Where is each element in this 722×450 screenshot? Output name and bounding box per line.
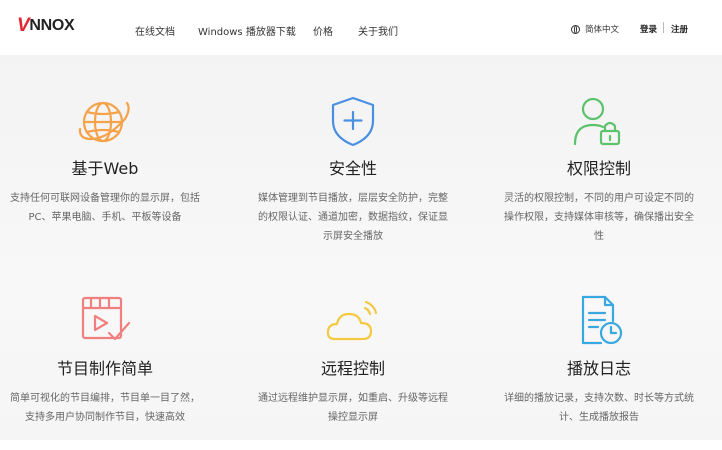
divider (663, 22, 664, 33)
nav-item-player-download[interactable]: Windows 播放器下载 (198, 23, 296, 38)
language-label: 简体中文 (585, 25, 620, 35)
globe-icon (78, 101, 130, 143)
feature-title: 远程控制 (320, 359, 385, 378)
feature-description: 灵活的权限控制，不同的用户可设定不同的操作权限，支持媒体审核等，确保播出安全性 (504, 193, 694, 242)
feature-card-program: 节目制作简单 简单可视化的节目编排，节目单一目了然，支持多用户协同制作节目，快速… (0, 295, 210, 427)
shield-plus-icon (331, 96, 375, 147)
nav-item-about[interactable]: 关于我们 (358, 23, 398, 38)
top-navigation-bar: V NNOX 在线文档 Windows 播放器下载 价格 关于我们 简体中文 登… (0, 0, 722, 55)
feature-title: 基于Web (71, 159, 139, 178)
feature-card-security: 安全性 媒体管理到节目播放，层层安全防护，完整的权限认证、通道加密，数据指纹，保… (248, 95, 458, 246)
page-footer-edge (0, 440, 722, 450)
nav-item-pricing[interactable]: 价格 (313, 23, 333, 38)
feature-title: 节目制作简单 (56, 359, 153, 378)
feature-card-log: 播放日志 详细的播放记录，支持次数、时长等方式统计、生成播放报告 (494, 295, 704, 427)
feature-title: 权限控制 (566, 159, 631, 178)
feature-title: 安全性 (328, 159, 377, 178)
feature-description: 媒体管理到节目播放，层层安全防护，完整的权限认证、通道加密，数据指纹，保证显示屏… (258, 193, 448, 242)
video-check-icon (81, 296, 131, 341)
feature-description: 支持任何可联网设备管理你的显示屏，包括PC、苹果电脑、手机、平板等设备 (10, 193, 200, 223)
logo-mark: V (17, 15, 30, 36)
feature-card-web: 基于Web 支持任何可联网设备管理你的显示屏，包括PC、苹果电脑、手机、平板等设… (0, 95, 210, 227)
nav-item-docs[interactable]: 在线文档 (135, 23, 175, 38)
feature-card-remote: 远程控制 通过远程维护显示屏，如重启、升级等远程操控显示屏 (248, 295, 458, 427)
globe-icon (571, 24, 580, 34)
login-link[interactable]: 登录 (640, 23, 657, 35)
feature-section: 基于Web 支持任何可联网设备管理你的显示屏，包括PC、苹果电脑、手机、平板等设… (0, 55, 722, 440)
log-clock-icon (581, 295, 623, 345)
language-selector[interactable]: 简体中文 (571, 23, 619, 35)
feature-description: 简单可视化的节目编排，节目单一目了然，支持多用户协同制作节目，快速高效 (10, 393, 200, 423)
feature-title: 播放日志 (566, 359, 631, 378)
brand-logo[interactable]: V NNOX (17, 15, 75, 37)
feature-description: 详细的播放记录，支持次数、时长等方式统计、生成播放报告 (504, 393, 694, 423)
feature-description: 通过远程维护显示屏，如重启、升级等远程操控显示屏 (258, 393, 448, 423)
user-lock-icon (573, 97, 621, 146)
register-link[interactable]: 注册 (671, 23, 688, 35)
logo-text: NNOX (29, 17, 75, 34)
feature-card-permission: 权限控制 灵活的权限控制，不同的用户可设定不同的操作权限，支持媒体审核等，确保播… (494, 95, 704, 246)
cloud-signal-icon (326, 300, 378, 341)
